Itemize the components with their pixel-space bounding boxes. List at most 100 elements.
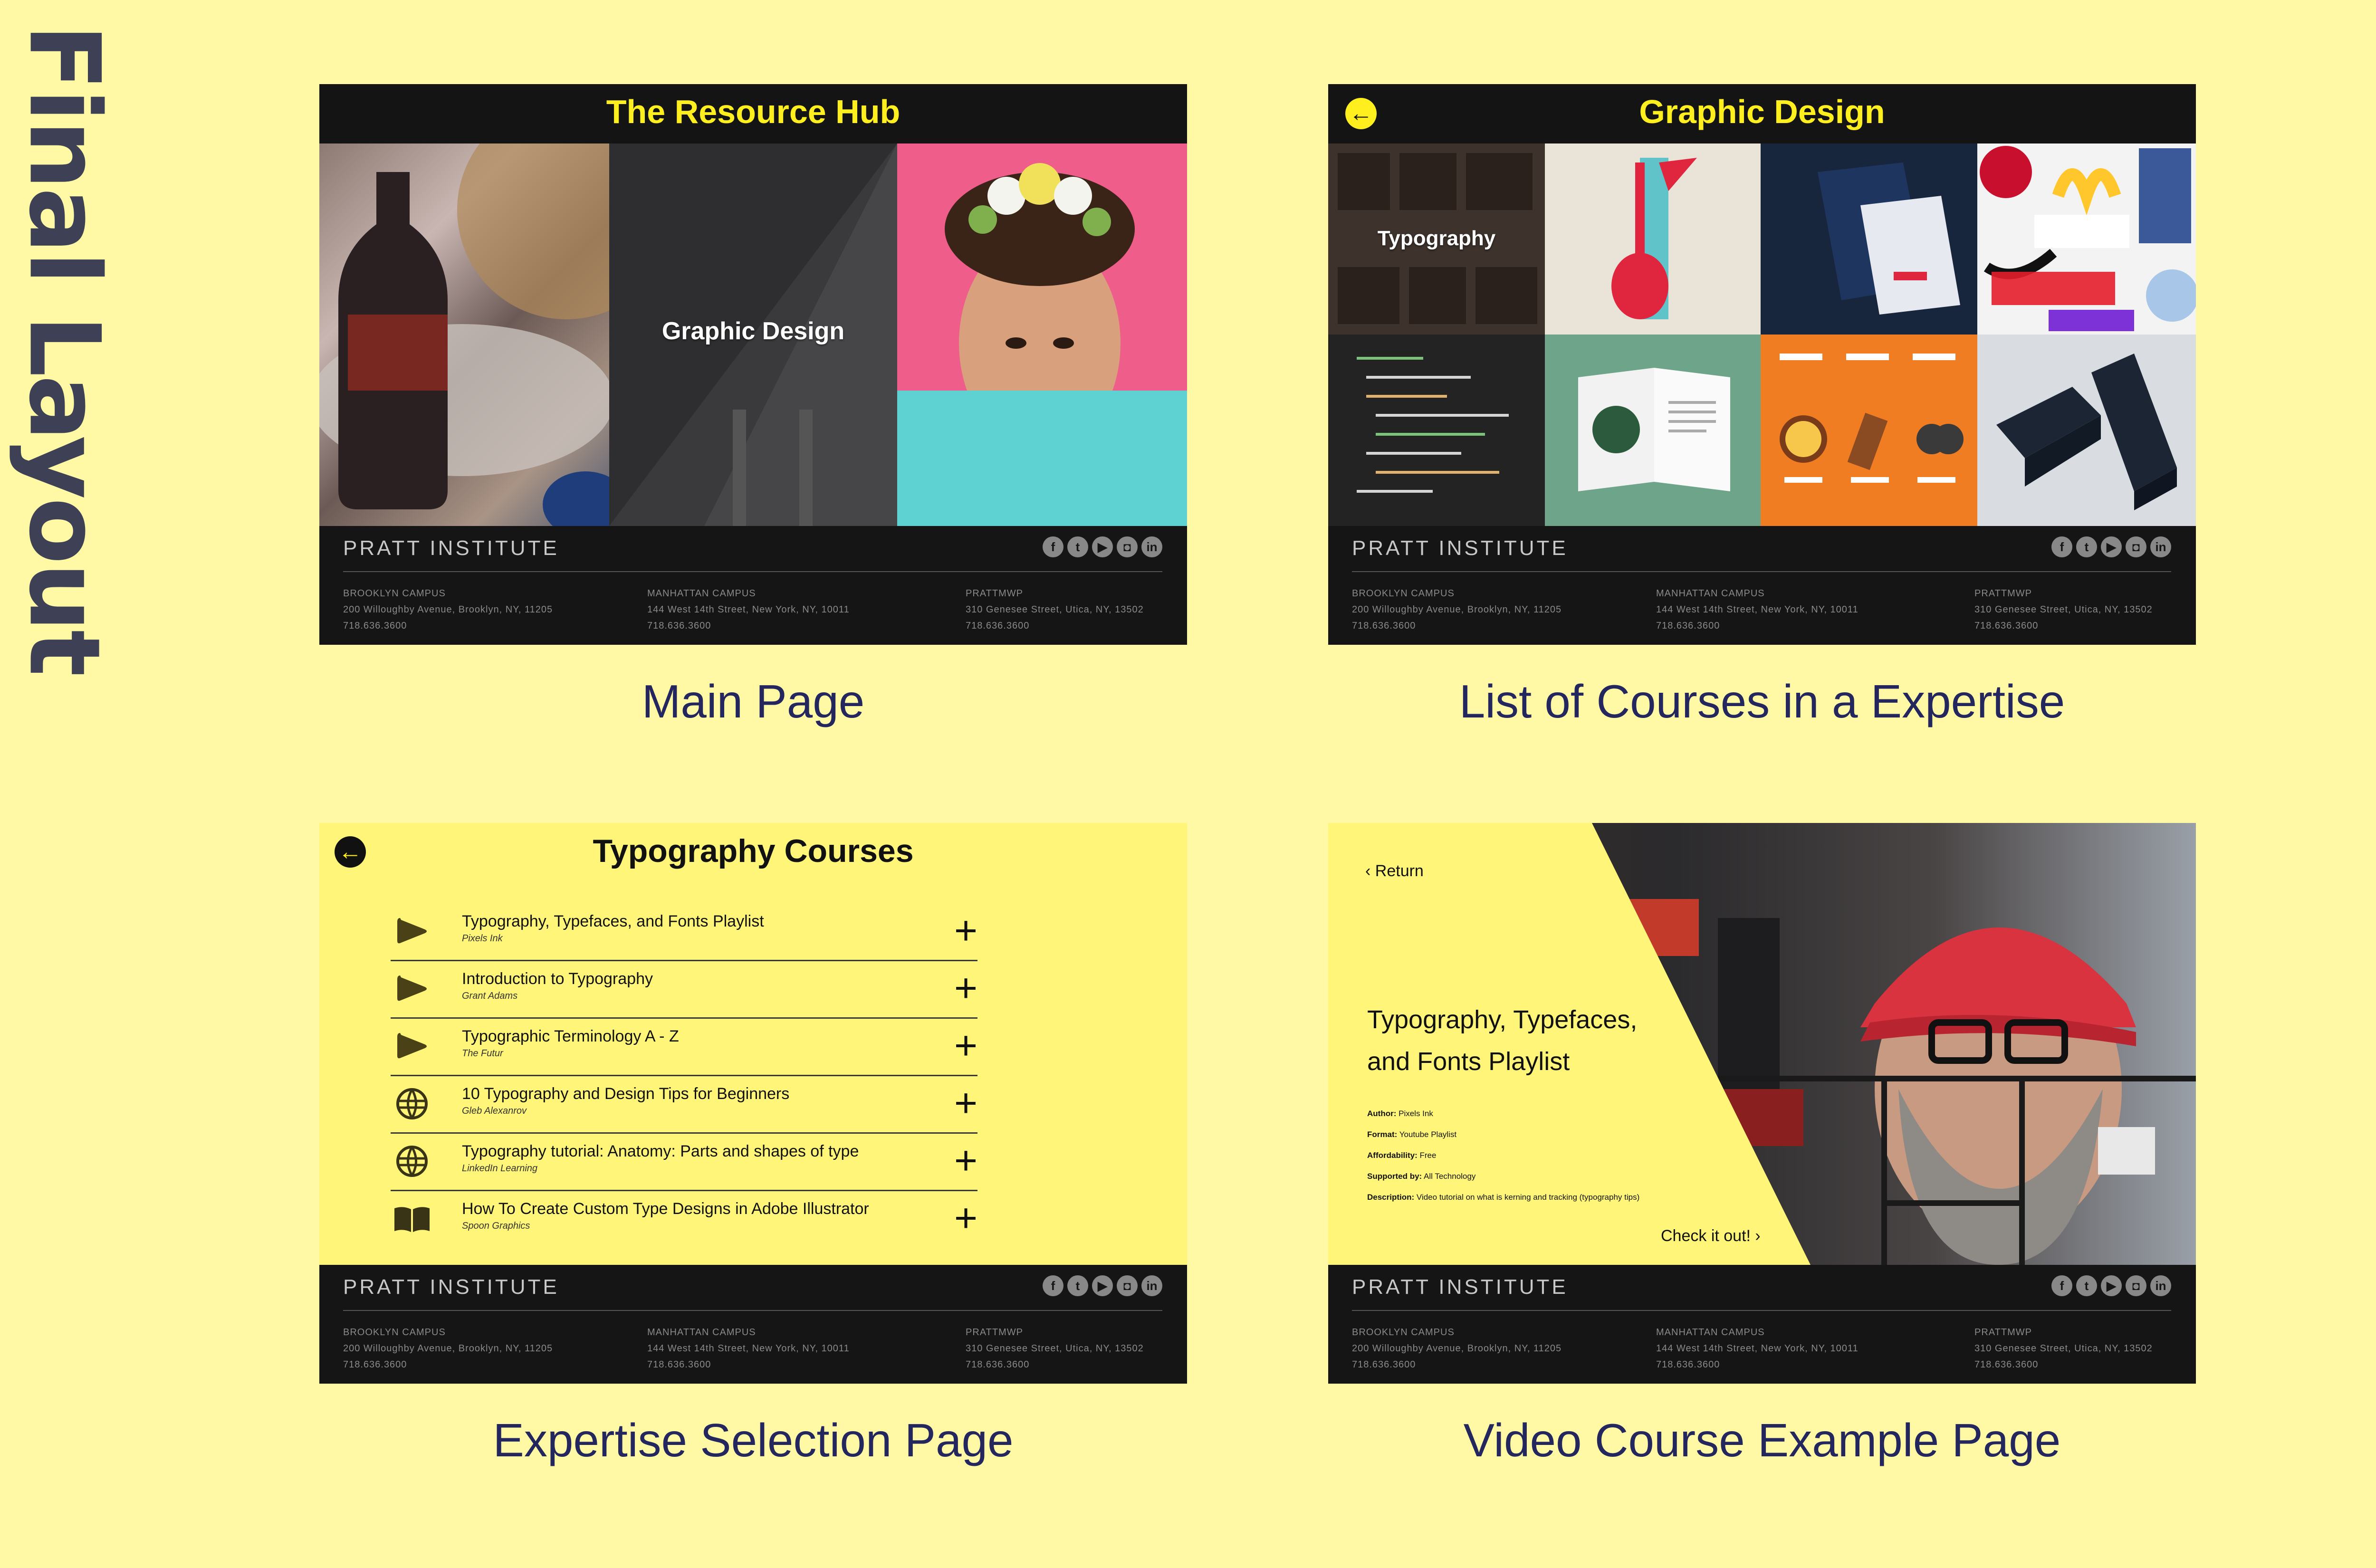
- footer-brand: PRATT INSTITUTE: [1352, 536, 1568, 560]
- campus-brooklyn: BROOKLYN CAMPUS 200 Willoughby Avenue, Br…: [1352, 588, 1562, 631]
- course-tile-code[interactable]: [1328, 335, 1545, 526]
- course-tile-app-ui[interactable]: [1761, 143, 1977, 335]
- youtube-icon[interactable]: ▶: [2101, 1275, 2122, 1296]
- footer-divider: [1352, 571, 2171, 572]
- footer: PRATT INSTITUTE f t ▶ ◘ in BROOKLYN CAMPUS 20…: [319, 526, 1187, 645]
- globe-icon: [396, 1088, 428, 1119]
- instagram-icon[interactable]: ◘: [2126, 536, 2146, 557]
- facebook-icon[interactable]: f: [1043, 536, 1063, 557]
- course-name: Introduction to Typography: [462, 970, 653, 988]
- tile-label: Graphic Design: [661, 317, 845, 345]
- course-author: Gleb Alexanrov: [462, 1106, 527, 1116]
- add-icon[interactable]: +: [954, 1198, 977, 1238]
- play-icon: [397, 975, 427, 1001]
- campus-manhattan: MANHATTAN CAMPUS 144 West 14th Street, Ne…: [1656, 1327, 1859, 1370]
- caption-main-page: Main Page: [642, 675, 865, 727]
- tile-label: Typography: [1377, 227, 1496, 250]
- list-item[interactable]: Typographic Terminology A - Z The Futur …: [391, 1019, 977, 1076]
- courses-body: ← Typography Courses Typography, Typefac…: [319, 823, 1187, 1265]
- social-links: f t ▶ ◘ in: [1043, 1275, 1162, 1296]
- caption-list-page: List of Courses in a Expertise: [1459, 675, 2065, 727]
- page-title: Final Layout: [8, 24, 121, 675]
- instagram-icon[interactable]: ◘: [1117, 1275, 1138, 1296]
- site-title: The Resource Hub: [606, 93, 901, 130]
- add-icon[interactable]: +: [954, 1025, 977, 1065]
- youtube-icon[interactable]: ▶: [1092, 536, 1113, 557]
- food-illustration-image: [1780, 354, 1964, 483]
- campus-prattmwp: PRATTMWP 310 Genesee Street, Utica, NY, 1…: [966, 1327, 1144, 1370]
- twitter-icon[interactable]: t: [2076, 536, 2097, 557]
- video-course-mockup: ‹ Return Typography, Typefaces, and Fonts…: [1328, 823, 2196, 1384]
- course-name: Typography tutorial: Anatomy: Parts and …: [462, 1142, 859, 1160]
- course-list: Typography, Typefaces, and Fonts Playlis…: [391, 904, 977, 1247]
- course-metadata: Author: Pixels Ink Format: Youtube Playl…: [1367, 1109, 1640, 1202]
- add-icon[interactable]: +: [954, 1140, 977, 1180]
- course-tile-brand-logos[interactable]: [1977, 143, 2196, 335]
- packaging-image: [1996, 354, 2177, 510]
- footer: PRATT INSTITUTE f t ▶ ◘ in BROOKLYN CAMPUS 20…: [1328, 526, 2196, 645]
- campus-brooklyn: BROOKLYN CAMPUS 200 Willoughby Avenue, Br…: [343, 1327, 553, 1370]
- typography-tile[interactable]: Typography: [1328, 143, 1545, 335]
- add-icon[interactable]: +: [954, 910, 977, 950]
- caption-video-page: Video Course Example Page: [1463, 1414, 2061, 1466]
- campus-manhattan: MANHATTAN CAMPUS 144 West 14th Street, Ne…: [647, 588, 850, 631]
- bottle-painting-image: [319, 143, 609, 526]
- youtube-icon[interactable]: ▶: [1092, 1275, 1113, 1296]
- course-tile-packaging[interactable]: [1977, 335, 2196, 526]
- add-icon[interactable]: +: [954, 968, 977, 1008]
- list-item[interactable]: Typography tutorial: Anatomy: Parts and …: [391, 1134, 977, 1191]
- linkedin-icon[interactable]: in: [2150, 1275, 2171, 1296]
- course-author: LinkedIn Learning: [462, 1163, 538, 1174]
- campus-manhattan: MANHATTAN CAMPUS 144 West 14th Street, Ne…: [647, 1327, 850, 1370]
- linkedin-icon[interactable]: in: [1141, 1275, 1162, 1296]
- teal-block: [897, 391, 1187, 526]
- linkedin-icon[interactable]: in: [2150, 536, 2171, 557]
- social-links: f t ▶ ◘ in: [2051, 1275, 2171, 1296]
- footer-brand: PRATT INSTITUTE: [343, 536, 559, 560]
- list-item[interactable]: Typography, Typefaces, and Fonts Playlis…: [391, 904, 977, 961]
- youtube-icon[interactable]: ▶: [2101, 536, 2122, 557]
- music-poster-image: [1611, 158, 1697, 319]
- social-links: f t ▶ ◘ in: [2051, 536, 2171, 557]
- course-name: Typography, Typefaces, and Fonts Playlis…: [462, 912, 764, 930]
- twitter-icon[interactable]: t: [1067, 1275, 1088, 1296]
- course-title: Typography, Typefaces, and Fonts Playlist: [1367, 1005, 1638, 1076]
- linkedin-icon[interactable]: in: [1141, 536, 1162, 557]
- photography-tile[interactable]: [897, 143, 1187, 391]
- twitter-icon[interactable]: t: [1067, 536, 1088, 557]
- campus-manhattan: MANHATTAN CAMPUS 144 West 14th Street, Ne…: [1656, 588, 1859, 631]
- list-item[interactable]: Introduction to Typography Grant Adams +: [391, 961, 977, 1019]
- graphic-design-tile[interactable]: Graphic Design: [609, 143, 897, 526]
- campus-brooklyn: BROOKLYN CAMPUS 200 Willoughby Avenue, Br…: [343, 588, 553, 631]
- instagram-icon[interactable]: ◘: [2126, 1275, 2146, 1296]
- book-icon: [394, 1207, 430, 1232]
- add-icon[interactable]: +: [954, 1083, 977, 1123]
- expertise-selection-mockup: ← Typography Courses Typography, Typefac…: [319, 823, 1187, 1384]
- check-it-out-button[interactable]: Check it out! ›: [1661, 1227, 1761, 1245]
- facebook-icon[interactable]: f: [1043, 1275, 1063, 1296]
- course-author: Grant Adams: [462, 991, 518, 1001]
- course-tile-festival-poster[interactable]: [1545, 143, 1761, 335]
- facebook-icon[interactable]: f: [2051, 1275, 2072, 1296]
- return-link[interactable]: ‹ Return: [1365, 862, 1424, 880]
- fine-art-tile[interactable]: [319, 143, 609, 526]
- twitter-icon[interactable]: t: [2076, 1275, 2097, 1296]
- footer-divider: [343, 1310, 1162, 1311]
- globe-icon: [396, 1146, 428, 1177]
- play-icon: [397, 1033, 427, 1059]
- woman-portrait-image: [945, 163, 1135, 391]
- code-editor-image: [1328, 335, 1545, 526]
- list-item[interactable]: How To Create Custom Type Designs in Ado…: [391, 1191, 977, 1247]
- logos-collage-image: [1977, 143, 2196, 335]
- footer-brand: PRATT INSTITUTE: [1352, 1275, 1568, 1299]
- course-tile-korean-food[interactable]: [1761, 335, 1977, 526]
- instagram-icon[interactable]: ◘: [1117, 536, 1138, 557]
- expertise-list-mockup: ← Graphic Design Typography PRATT INSTIT…: [1328, 84, 2196, 645]
- course-name: How To Create Custom Type Designs in Ado…: [462, 1200, 869, 1218]
- facebook-icon[interactable]: f: [2051, 536, 2072, 557]
- caption-selection-page: Expertise Selection Page: [493, 1414, 1014, 1466]
- social-links: f t ▶ ◘ in: [1043, 536, 1162, 557]
- course-tile-magazine[interactable]: [1545, 335, 1761, 526]
- courses-title: Typography Courses: [593, 833, 914, 869]
- list-item[interactable]: 10 Typography and Design Tips for Beginn…: [391, 1076, 977, 1134]
